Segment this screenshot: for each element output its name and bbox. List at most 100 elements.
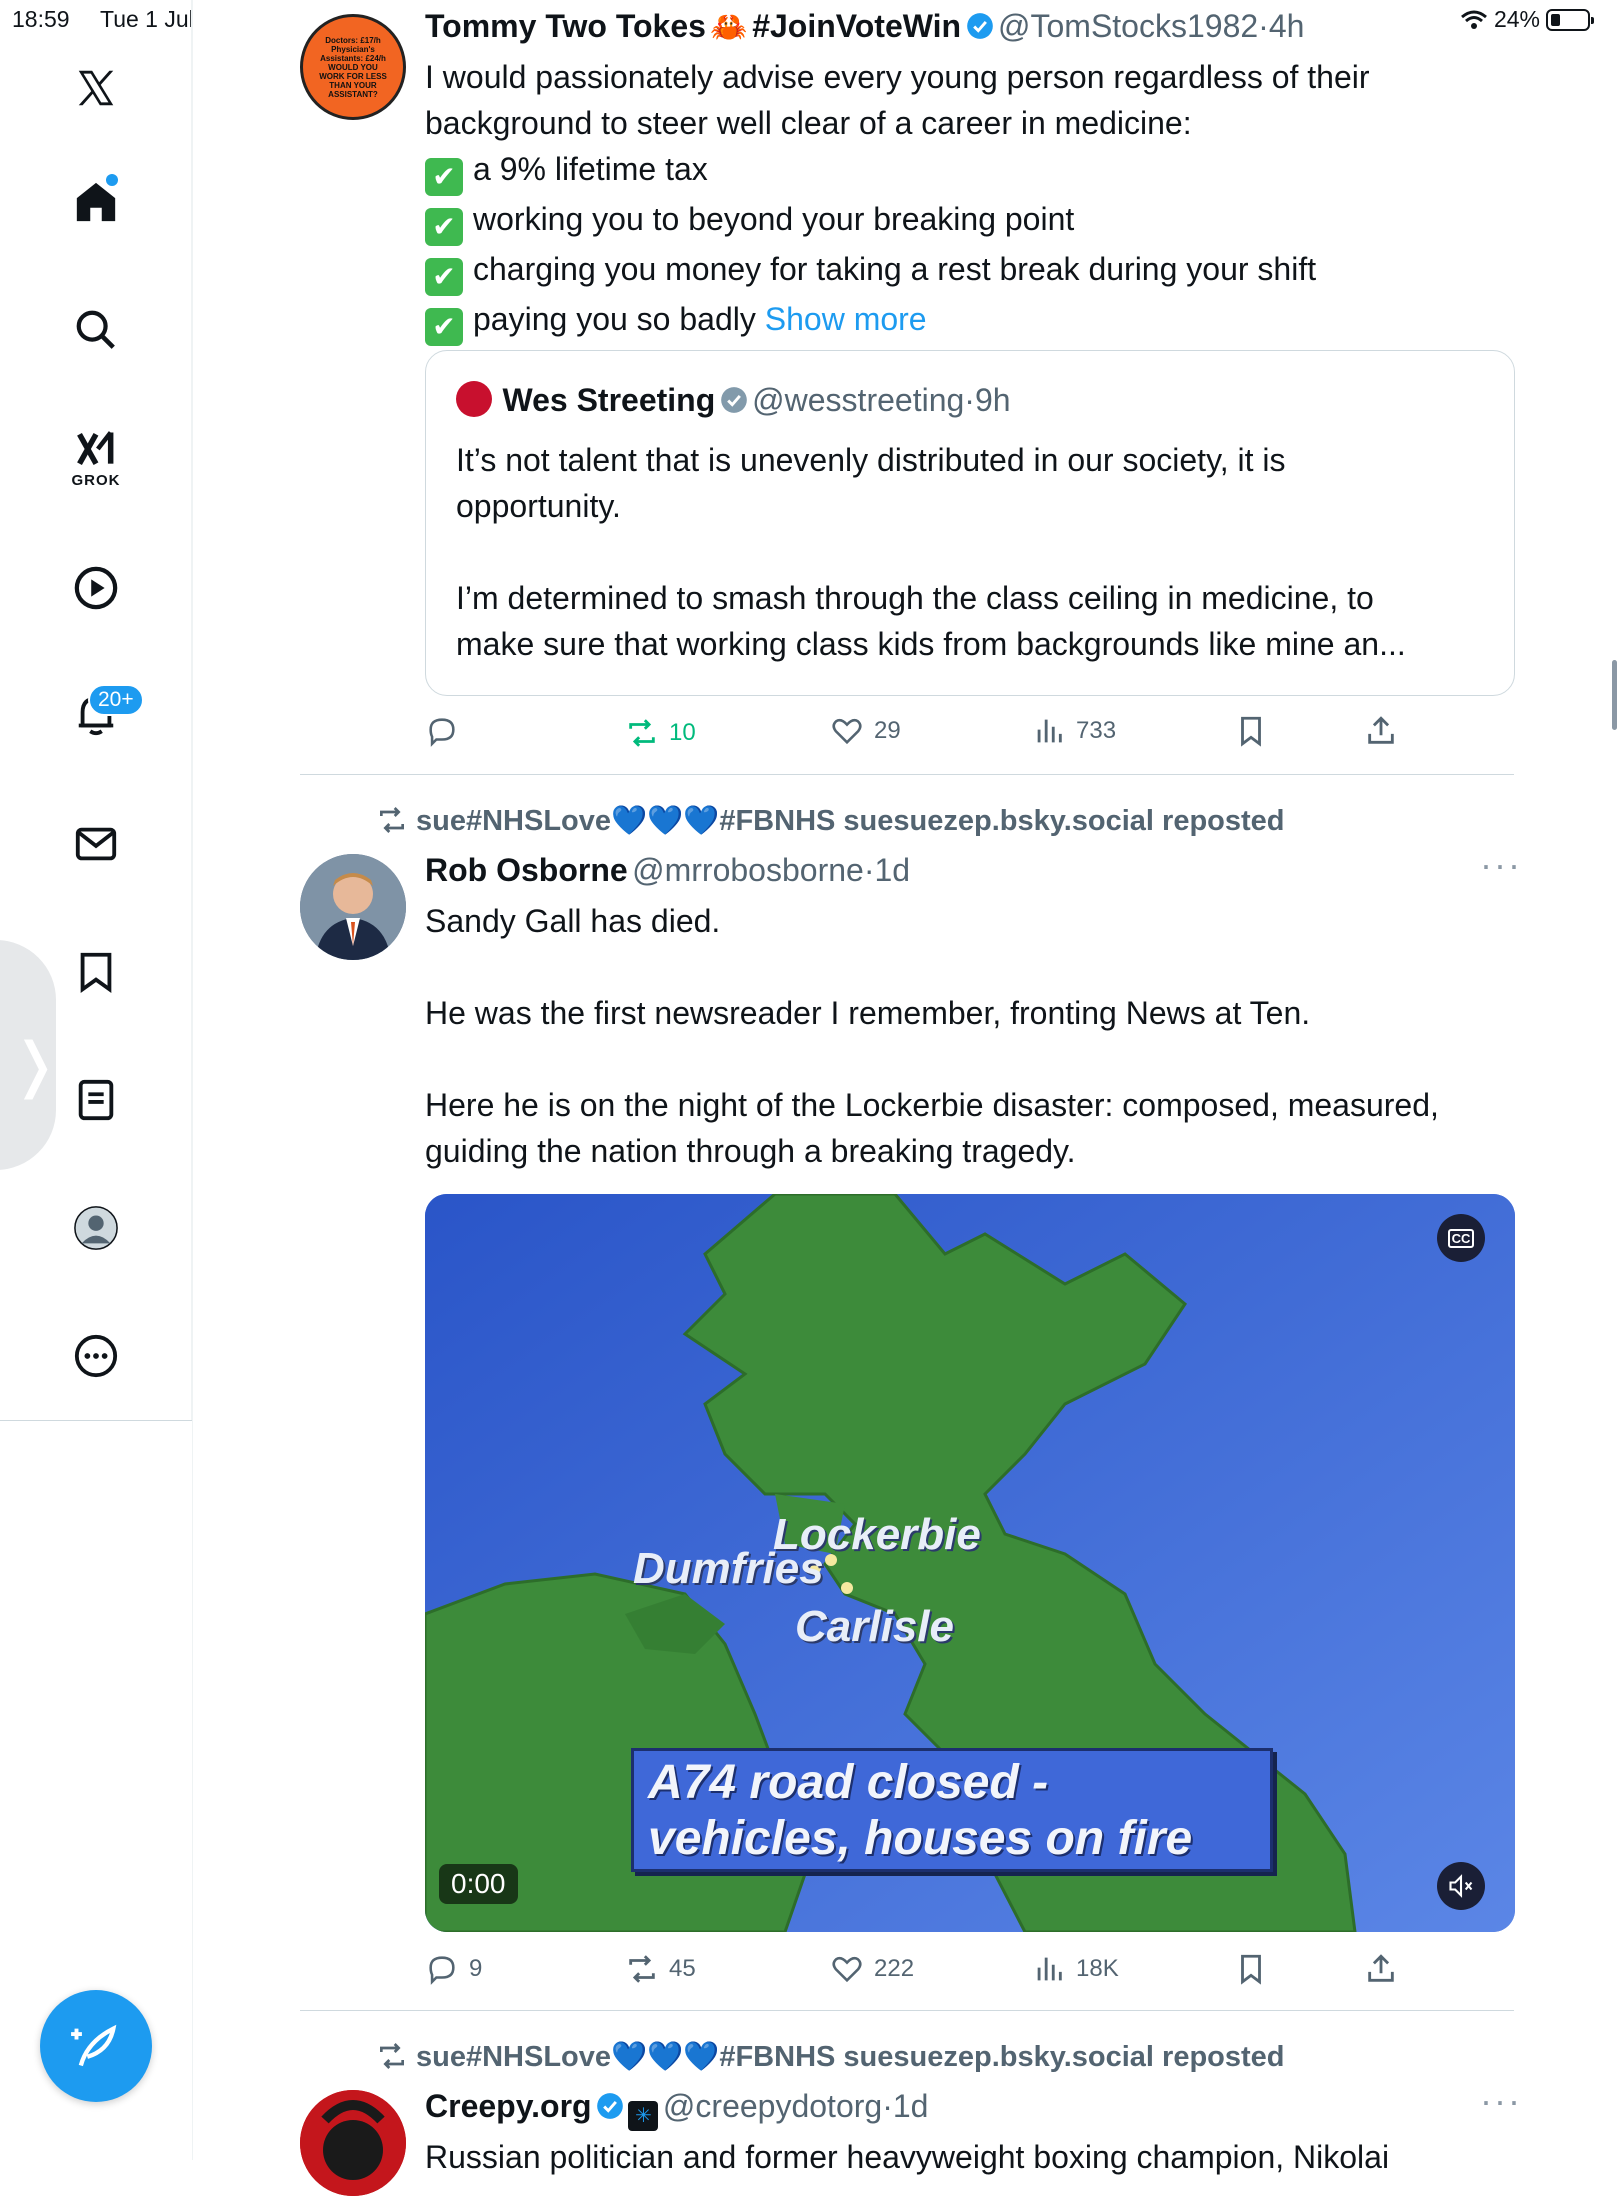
grok-icon[interactable]: GROK (56, 416, 136, 496)
tweet3-author-handle[interactable]: @creepydotorg (663, 2088, 882, 2124)
profile-avatar-icon[interactable] (56, 1188, 136, 1268)
tweet2-reposted-by[interactable]: sue#NHSLove💙💙💙#FBNHS suesuezep.bsky.soci… (416, 805, 1285, 837)
like-button[interactable]: 222 (830, 1952, 914, 1986)
quote-line: opportunity. (456, 488, 621, 524)
tweet2-line: He was the first newsreader I remember, … (425, 995, 1311, 1031)
search-icon[interactable] (56, 290, 136, 370)
tweet2-author-avatar[interactable] (300, 854, 406, 960)
tweet2-body: Sandy Gall has died. He was the first ne… (425, 898, 1439, 1174)
quote-time: 9h (974, 382, 1011, 418)
views-button[interactable]: 733 (1032, 714, 1116, 748)
reply-icon (429, 718, 455, 747)
sidebar-divider (0, 1420, 192, 1421)
views-button[interactable]: 18K (1032, 1952, 1119, 1986)
x-logo-icon[interactable] (56, 48, 136, 128)
home-unread-dot (106, 174, 118, 186)
muted-speaker-icon (1449, 1874, 1473, 1898)
tweet1-time[interactable]: 4h (1269, 8, 1305, 44)
messages-envelope-icon[interactable] (56, 804, 136, 884)
views-chart-icon (1037, 1957, 1062, 1981)
tweet3-time[interactable]: 1d (893, 2088, 929, 2124)
map-label-carlisle: Carlisle (795, 1602, 954, 1651)
tweet1-name-tag: #JoinVoteWin (752, 8, 962, 44)
quote-author-avatar[interactable] (456, 381, 492, 417)
sidebar-border (192, 0, 193, 2160)
more-options-icon[interactable] (56, 1316, 136, 1396)
tweet1-bullet: ✔ paying you so badly Show more (425, 296, 1370, 346)
share-button[interactable] (1364, 714, 1398, 748)
quote-author-name: Wes Streeting (502, 382, 716, 418)
tweet3-author-name[interactable]: Creepy.org (425, 2088, 592, 2124)
check-mark-icon: ✔ (425, 258, 463, 296)
tweet1-author-avatar[interactable]: Doctors: £17/h Physician's Assistants: £… (300, 14, 406, 120)
tweet2-line: guiding the nation through a breaking tr… (425, 1133, 1076, 1169)
tweet1-crab-emoji: 🦀 (710, 11, 748, 44)
mute-button[interactable] (1437, 1862, 1485, 1910)
share-icon (1368, 716, 1394, 744)
check-mark-icon: ✔ (425, 208, 463, 246)
quote-header: Wes Streeting @wesstreeting·9h (456, 381, 1011, 419)
tweet1-bullet: ✔ a 9% lifetime tax (425, 146, 1370, 196)
views-count: 733 (1076, 717, 1117, 744)
quote-line: It’s not talent that is unevenly distrib… (456, 442, 1286, 478)
tweet2-line: Here he is on the night of the Lockerbie… (425, 1087, 1439, 1123)
chevron-right-icon: ❭ (10, 1030, 61, 1100)
tweet3-reposted-by[interactable]: sue#NHSLove💙💙💙#FBNHS suesuezep.bsky.soci… (416, 2041, 1285, 2073)
bookmark-button[interactable] (1234, 1952, 1268, 1986)
tweet2-author-name[interactable]: Rob Osborne (425, 852, 628, 888)
check-mark-icon: ✔ (425, 308, 463, 346)
repost-icon (629, 1955, 655, 1983)
tweet2-more-icon[interactable]: ··· (1480, 844, 1522, 886)
tweet2-video-player[interactable]: Lockerbie Dumfries Carlisle A74 road clo… (425, 1194, 1515, 1932)
compose-post-button[interactable] (40, 1990, 152, 2102)
repost-button[interactable]: 45 (625, 1952, 696, 1986)
repost-count: 45 (669, 1955, 696, 1982)
like-count: 222 (874, 1955, 915, 1982)
closed-captions-button[interactable]: CC (1437, 1214, 1485, 1262)
repost-count: 10 (669, 719, 696, 746)
tweet2-time[interactable]: 1d (874, 852, 910, 888)
grok-label: GROK (71, 472, 121, 489)
tweet-divider (300, 774, 1514, 775)
cc-icon: CC (1447, 1228, 1475, 1248)
tweet1-author-name[interactable]: Tommy Two Tokes (425, 8, 706, 44)
tweet-divider (300, 2010, 1514, 2011)
quote-body: It’s not talent that is unevenly distrib… (456, 437, 1406, 667)
share-icon (1368, 1954, 1394, 1982)
reply-icon (429, 1956, 455, 1985)
verified-badge-icon (720, 387, 747, 413)
views-chart-icon (1037, 719, 1062, 743)
tweet2-repost-context: sue#NHSLove💙💙💙#FBNHS suesuezep.bsky.soci… (376, 804, 1285, 838)
bookmarks-icon[interactable] (56, 932, 136, 1012)
reply-button[interactable]: 9 (425, 1952, 482, 1986)
views-count: 18K (1076, 1955, 1119, 1982)
share-button[interactable] (1364, 1952, 1398, 1986)
check-mark-icon: ✔ (425, 158, 463, 196)
bookmark-button[interactable] (1234, 714, 1268, 748)
video-play-icon[interactable] (56, 548, 136, 628)
home-icon[interactable] (56, 162, 136, 242)
reply-button[interactable] (425, 714, 459, 748)
battery-percent: 24% (1493, 6, 1540, 32)
tweet1-bullet: ✔ charging you money for taking a rest br… (425, 246, 1370, 296)
compose-feather-icon (71, 2024, 117, 2067)
repost-button[interactable]: 10 (625, 716, 696, 750)
bookmark-icon (1241, 1954, 1261, 1985)
bookmark-icon (1241, 716, 1261, 747)
tweet3-more-icon[interactable]: ··· (1480, 2080, 1522, 2122)
affiliate-badge-icon: ✳ (628, 2101, 659, 2131)
tweet3-author-avatar[interactable] (300, 2090, 406, 2196)
tweet1-header: Tommy Two Tokes 🦀 #JoinVoteWin @TomStock… (425, 8, 1305, 44)
battery-icon (1546, 8, 1594, 31)
quoted-tweet-card[interactable]: Wes Streeting @wesstreeting·9h It’s not … (425, 350, 1515, 696)
scrollbar[interactable] (1612, 660, 1617, 730)
map-label-dumfries: Dumfries (633, 1544, 824, 1593)
tweet1-intro-line2: background to steer well clear of a care… (425, 105, 1192, 141)
tweet1-author-handle[interactable]: @TomStocks1982 (998, 8, 1258, 44)
tweet2-author-handle[interactable]: @mrrobosborne (632, 852, 864, 888)
caption-line: A74 road closed - (648, 1756, 1049, 1809)
wifi-icon (1460, 10, 1487, 29)
show-more-link[interactable]: Show more (765, 301, 927, 337)
lists-icon[interactable] (56, 1060, 136, 1140)
like-button[interactable]: 29 (830, 714, 901, 748)
